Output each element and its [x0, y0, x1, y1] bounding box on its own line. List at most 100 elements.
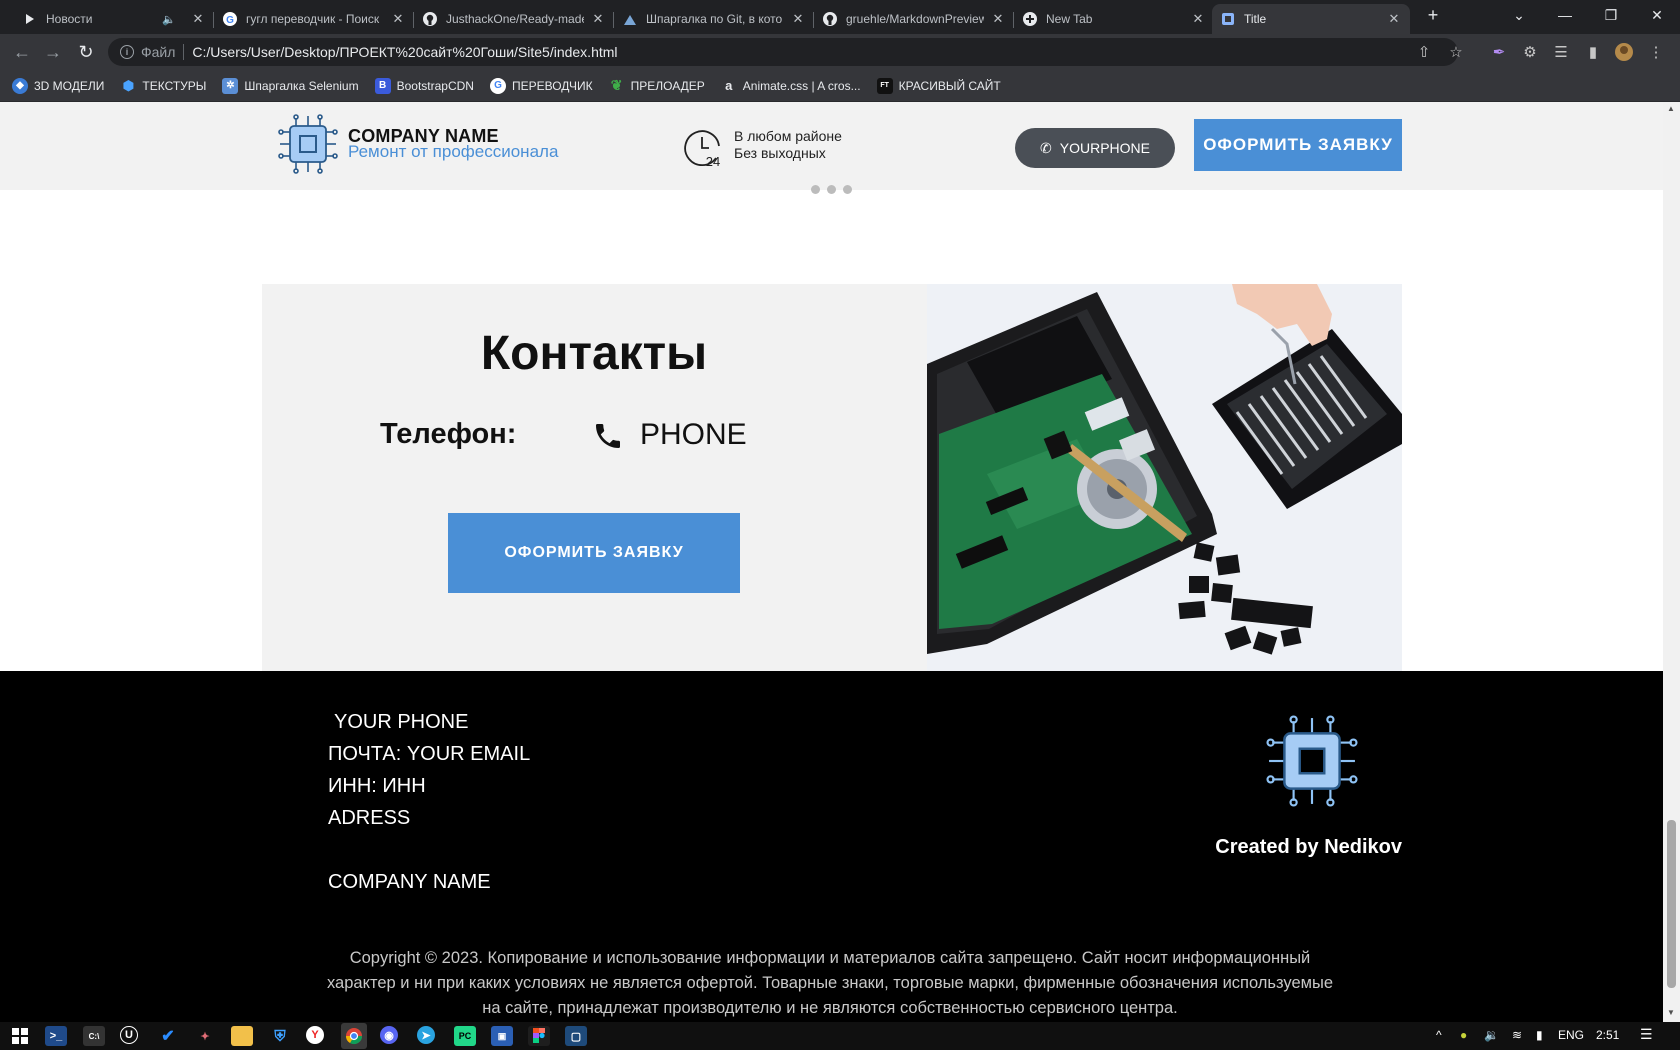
site-header: COMPANY NAME Ремонт от профессионала 24 …	[0, 102, 1663, 194]
bookmark-animate-css[interactable]: a Animate.css | A cros...	[721, 78, 860, 94]
figma-icon[interactable]	[528, 1026, 550, 1046]
scrollbar-thumb[interactable]	[1667, 820, 1676, 988]
speaker-muted-icon[interactable]: 🔈	[162, 13, 176, 26]
tab-markdown-preview[interactable]: gruehle/MarkdownPreview ✕	[814, 4, 1014, 34]
close-tab-icon[interactable]: ✕	[790, 11, 806, 27]
bookmark-beautiful-site[interactable]: FT КРАСИВЫЙ САЙТ	[876, 77, 1001, 94]
todo-check-icon[interactable]: ✔	[157, 1026, 179, 1046]
clock-badge: 24	[706, 154, 720, 168]
app-window-icon[interactable]: ▢	[565, 1026, 587, 1046]
chip-logo-icon[interactable]	[278, 114, 338, 174]
share-icon[interactable]: ⇧	[1414, 42, 1434, 62]
back-arrow-icon[interactable]: ←	[10, 40, 34, 64]
footer-company-name: COMPANY NAME	[328, 871, 491, 893]
clock-time[interactable]: 2:51	[1596, 1028, 1619, 1042]
app-icon[interactable]: ✦	[194, 1026, 216, 1046]
scroll-down-arrow-icon[interactable]: ▼	[1667, 1008, 1675, 1017]
site-footer: YOUR PHONE ПОЧТА: YOUR EMAIL ИНН: ИНН AD…	[0, 671, 1663, 1022]
new-tab-icon	[1022, 11, 1038, 27]
security-shield-icon[interactable]: ⛨	[269, 1026, 291, 1046]
contacts-order-button[interactable]: ОФОРМИТЬ ЗАЯВКУ	[448, 513, 740, 593]
remote-desktop-icon[interactable]: ▣	[491, 1026, 513, 1046]
yandex-browser-icon[interactable]: Y	[306, 1026, 324, 1044]
extension-feather-icon[interactable]: ✒	[1489, 42, 1509, 62]
tab-search-chevron-icon[interactable]: ⌄	[1496, 0, 1542, 30]
order-request-button[interactable]: ОФОРМИТЬ ЗАЯВКУ	[1194, 119, 1402, 171]
page-scrollbar[interactable]: ▲ ▼	[1663, 102, 1680, 1022]
new-tab-plus-icon[interactable]: +	[1418, 0, 1448, 30]
notifications-icon[interactable]: ☰	[1640, 1026, 1653, 1043]
powershell-icon[interactable]: >_	[45, 1026, 67, 1046]
restore-icon[interactable]: ❐	[1588, 0, 1634, 30]
battery-icon[interactable]: ▮	[1536, 1028, 1543, 1042]
bootstrap-icon: B	[374, 77, 391, 94]
discord-icon[interactable]: ◉	[380, 1026, 398, 1044]
footer-chip-logo-icon	[1266, 715, 1358, 807]
close-tab-icon[interactable]: ✕	[590, 11, 606, 27]
extensions-puzzle-icon[interactable]: ⚙	[1520, 42, 1540, 62]
tab-github-ready-made[interactable]: JusthackOne/Ready-made ✕	[414, 4, 614, 34]
close-tab-icon[interactable]: ✕	[190, 11, 206, 27]
bookmark-translator[interactable]: G ПЕРЕВОДЧИК	[489, 77, 593, 94]
page-viewport: COMPANY NAME Ремонт от профессионала 24 …	[0, 102, 1680, 1022]
footer-email[interactable]: ПОЧТА: YOUR EMAIL	[328, 743, 530, 766]
windows-start-icon[interactable]	[9, 1026, 31, 1046]
tab-git-cheatsheet[interactable]: Шпаргалка по Git, в кото ✕	[614, 4, 814, 34]
tray-app-icon[interactable]: ●	[1460, 1028, 1467, 1042]
reload-icon[interactable]: ↻	[74, 40, 98, 64]
laptop-repair-photo	[927, 284, 1402, 671]
phone-button[interactable]: ✆ YOURPHONE	[1015, 128, 1175, 168]
close-tab-icon[interactable]: ✕	[1190, 11, 1206, 27]
unreal-engine-icon[interactable]: U	[120, 1026, 138, 1044]
file-explorer-icon[interactable]	[231, 1026, 253, 1046]
windows-taskbar: >_ C:\ U ✔ ✦ ⛨ Y ◉ ➤ PC ▣ ▢ ^ ● 🔉 ≋ ▮ EN…	[0, 1022, 1680, 1050]
copyright-text: Copyright © 2023. Копирование и использо…	[326, 949, 1334, 1017]
ft-icon: FT	[876, 77, 893, 94]
phone-value[interactable]: PHONE	[640, 418, 747, 452]
tab-google-translate[interactable]: G гугл переводчик - Поиск ✕	[214, 4, 414, 34]
tray-chevron-icon[interactable]: ^	[1436, 1028, 1442, 1042]
bookmark-bootstrapcdn[interactable]: B BootstrapCDN	[374, 77, 474, 94]
tab-news[interactable]: Новости 🔈 ✕	[14, 4, 214, 34]
profile-avatar-icon[interactable]	[1614, 42, 1634, 62]
pycharm-icon[interactable]: PC	[454, 1026, 476, 1046]
company-tagline: Ремонт от профессионала	[348, 142, 559, 161]
media-control-icon[interactable]: ☰	[1551, 42, 1571, 62]
volume-icon[interactable]: 🔉	[1484, 1028, 1499, 1042]
contacts-section: Контакты Телефон: PHONE ОФОРМИТЬ ЗАЯВКУ	[262, 284, 1402, 671]
kebab-menu-icon[interactable]: ⋮	[1646, 42, 1666, 62]
bookmark-star-icon[interactable]: ☆	[1446, 42, 1466, 62]
clock-24-icon: 24	[683, 128, 723, 169]
bookmark-preloader[interactable]: ❦ ПРЕЛОАДЕР	[609, 77, 705, 94]
phone-icon: ✆	[1040, 139, 1052, 156]
minimize-icon[interactable]: —	[1542, 0, 1588, 30]
bookmark-selenium[interactable]: ✲ Шпаргалка Selenium	[222, 77, 359, 94]
bookmark-3d-models[interactable]: ◆ 3D МОДЕЛИ	[12, 77, 104, 94]
input-language[interactable]: ENG	[1558, 1028, 1584, 1042]
address-bar[interactable]: i Файл C:/Users/User/Desktop/ПРОЕКТ%20са…	[108, 38, 1458, 66]
bookmark-textures[interactable]: ⬢ ТЕКСТУРЫ	[120, 77, 207, 94]
telegram-icon[interactable]: ➤	[417, 1026, 435, 1044]
wifi-icon[interactable]: ≋	[1512, 1028, 1522, 1042]
svg-text:G: G	[226, 15, 234, 26]
side-panel-icon[interactable]: ▮	[1583, 42, 1603, 62]
forward-arrow-icon[interactable]: →	[41, 40, 65, 64]
contacts-title: Контакты	[480, 327, 708, 380]
footer-phone[interactable]: YOUR PHONE	[334, 711, 468, 734]
close-tab-icon[interactable]: ✕	[990, 11, 1006, 27]
created-by: Created by Nedikov	[1215, 836, 1402, 858]
tab-new-tab[interactable]: New Tab ✕	[1014, 4, 1214, 34]
play-icon	[22, 11, 38, 27]
close-tab-icon[interactable]: ✕	[390, 11, 406, 27]
terminal-icon[interactable]: C:\	[83, 1026, 105, 1046]
github-icon	[822, 11, 838, 27]
scroll-up-arrow-icon[interactable]: ▲	[1667, 104, 1675, 113]
close-tab-icon[interactable]: ✕	[1386, 11, 1402, 27]
info-icon[interactable]: i	[120, 45, 134, 59]
chrome-taskbar-icon[interactable]	[341, 1023, 367, 1049]
window-close-icon[interactable]: ✕	[1634, 0, 1680, 30]
url-text: C:/Users/User/Desktop/ПРОЕКТ%20сайт%20Го…	[192, 44, 618, 60]
footer-inn: ИНН: ИНН	[328, 775, 426, 797]
tab-title-active[interactable]: Title ✕	[1212, 4, 1410, 34]
cube-icon: ⬢	[122, 77, 135, 93]
